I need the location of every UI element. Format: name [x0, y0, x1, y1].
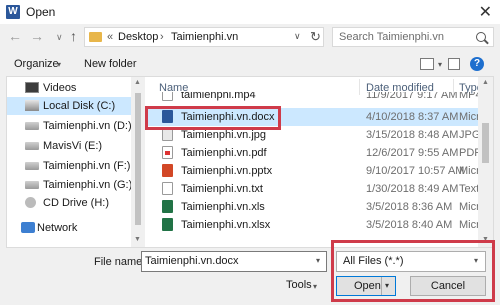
powerpoint-icon [162, 164, 173, 177]
sidebar-scrollbar-thumb[interactable] [135, 93, 141, 225]
breadcrumb-overflow[interactable]: « [107, 31, 113, 43]
drive-icon [25, 142, 39, 150]
highlight-open-controls [331, 240, 495, 302]
scroll-up-icon[interactable]: ▲ [134, 79, 141, 86]
command-bar: Organize ▾ New folder ▾ ? [0, 55, 500, 75]
file-name: Taimienphi.vn.pdf [181, 147, 267, 159]
file-date: 4/10/2018 8:37 AM [366, 111, 459, 123]
file-date: 3/15/2018 8:48 AM [366, 129, 459, 141]
table-row[interactable]: Taimienphi.vn.pptx 9/10/2017 10:57 AM Mi… [148, 162, 486, 180]
excel-icon [162, 218, 173, 231]
drive-icon [25, 122, 39, 130]
file-date: 3/5/2018 8:36 AM [366, 201, 453, 213]
file-date: 9/10/2017 10:57 AM [366, 165, 465, 177]
window-title: Open [26, 5, 56, 19]
file-name-label: File name: [94, 256, 146, 268]
word-app-icon: W [6, 5, 20, 19]
text-file-icon [162, 182, 173, 195]
back-arrow-icon[interactable]: ← [8, 28, 22, 44]
chevron-down-icon[interactable]: ∨ [294, 31, 301, 42]
file-name: Taimienphi.vn.xls [181, 201, 265, 213]
search-icon[interactable] [476, 32, 486, 42]
search-input[interactable]: Search Taimienphi.vn [339, 31, 469, 43]
network-icon [21, 222, 35, 233]
chevron-down-icon[interactable]: ▾ [438, 60, 442, 69]
tools-button[interactable]: Tools [286, 279, 312, 291]
file-name: Taimienphi.vn.pptx [181, 165, 273, 177]
search-box[interactable]: Search Taimienphi.vn [332, 27, 494, 47]
breadcrumb-separator[interactable]: › [160, 31, 164, 43]
sidebar-item-videos[interactable]: Videos [7, 79, 131, 97]
file-name: Taimienphi.vn.xlsx [181, 219, 271, 231]
drive-icon [25, 181, 39, 189]
file-date: 11/9/2017 9:17 AM [366, 92, 458, 101]
table-row[interactable]: Taimienphi.vn.xls 3/5/2018 8:36 AM Micro [148, 198, 486, 216]
sidebar-item-label: Videos [43, 82, 77, 94]
drive-icon [25, 162, 39, 170]
sidebar-item-label: Taimienphi.vn (G:) [43, 179, 133, 191]
pdf-icon [162, 146, 173, 159]
video-file-icon [162, 92, 173, 101]
sidebar-item-label: Taimienphi.vn (F:) [43, 160, 131, 172]
sidebar-item-local-disk-c[interactable]: Local Disk (C:) [7, 97, 131, 115]
sidebar-item-drive-d[interactable]: Taimienphi.vn (D:) [7, 117, 132, 135]
highlight-selected-file [145, 106, 281, 130]
drive-icon [25, 100, 39, 111]
sidebar-item-drive-e[interactable]: MavisVi (E:) [7, 137, 131, 155]
preview-pane-icon[interactable] [448, 58, 460, 70]
breadcrumb-desktop[interactable]: Desktop [118, 31, 158, 43]
table-row[interactable]: taimienphi.mp4 11/9/2017 9:17 AM MP4 [148, 92, 478, 104]
scroll-up-icon[interactable]: ▲ [482, 79, 489, 86]
address-bar[interactable]: « Desktop › Taimienphi.vn ∨ ↻ [84, 27, 324, 47]
sidebar-item-label: Network [37, 222, 78, 234]
file-name: Taimienphi.vn.jpg [181, 129, 266, 141]
sidebar-item-label: Taimienphi.vn (D:) [43, 120, 132, 132]
table-row[interactable]: Taimienphi.vn.xlsx 3/5/2018 8:40 AM Micr… [148, 216, 486, 234]
file-type: MP4 [459, 92, 478, 101]
organize-button[interactable]: Organize [14, 58, 59, 70]
chevron-down-icon[interactable]: ▾ [57, 60, 61, 69]
table-row[interactable]: Taimienphi.vn.pdf 12/6/2017 9:55 AM PDF … [148, 144, 491, 162]
forward-arrow-icon[interactable]: → [30, 28, 44, 44]
scroll-down-icon[interactable]: ▼ [134, 236, 141, 243]
file-name-field[interactable]: Taimienphi.vn.docx ▾ [141, 251, 327, 272]
cd-icon [25, 197, 36, 208]
sidebar-item-label: Local Disk (C:) [43, 100, 116, 112]
excel-icon [162, 200, 173, 213]
video-icon [25, 82, 39, 93]
sidebar-item-label: CD Drive (H:) [43, 197, 109, 209]
chevron-down-icon[interactable]: ▾ [316, 256, 320, 265]
file-list: Name Date modified Type taimienphi.mp4 1… [148, 77, 493, 247]
navigation-pane: Videos Local Disk (C:) Taimienphi.vn (D:… [7, 77, 133, 247]
file-list-scrollbar-thumb[interactable] [482, 123, 489, 163]
help-icon[interactable]: ? [470, 57, 484, 71]
sidebar-item-label: MavisVi (E:) [43, 140, 103, 152]
breadcrumb-current-folder[interactable]: Taimienphi.vn [171, 31, 238, 43]
up-arrow-icon[interactable]: ↑ [70, 28, 77, 44]
table-row[interactable]: Taimienphi.vn.txt 1/30/2018 8:49 AM Text… [148, 180, 490, 198]
recent-locations-icon[interactable]: ∨ [56, 32, 63, 43]
new-folder-button[interactable]: New folder [84, 58, 137, 70]
content-frame: Videos Local Disk (C:) Taimienphi.vn (D:… [6, 76, 494, 248]
close-icon[interactable]: ✕ [479, 2, 492, 22]
refresh-icon[interactable]: ↻ [310, 29, 321, 45]
folder-icon [89, 32, 102, 42]
file-name: taimienphi.mp4 [181, 92, 256, 101]
view-options-icon[interactable] [420, 58, 434, 70]
file-name: Taimienphi.vn.txt [181, 183, 263, 195]
file-date: 3/5/2018 8:40 AM [366, 219, 453, 231]
sidebar-item-drive-f[interactable]: Taimienphi.vn (F:) [7, 157, 131, 175]
file-date: 12/6/2017 9:55 AM [366, 147, 459, 159]
file-date: 1/30/2018 8:49 AM [366, 183, 459, 195]
chevron-down-icon[interactable]: ▾ [313, 282, 317, 291]
sidebar-item-drive-g[interactable]: Taimienphi.vn (G:) [7, 176, 133, 194]
sidebar-item-cd-drive-h[interactable]: CD Drive (H:) [7, 194, 131, 212]
title-bar: W Open ✕ [0, 0, 500, 24]
file-name-value[interactable]: Taimienphi.vn.docx [145, 255, 239, 267]
sidebar-item-network[interactable]: Network [7, 219, 131, 237]
